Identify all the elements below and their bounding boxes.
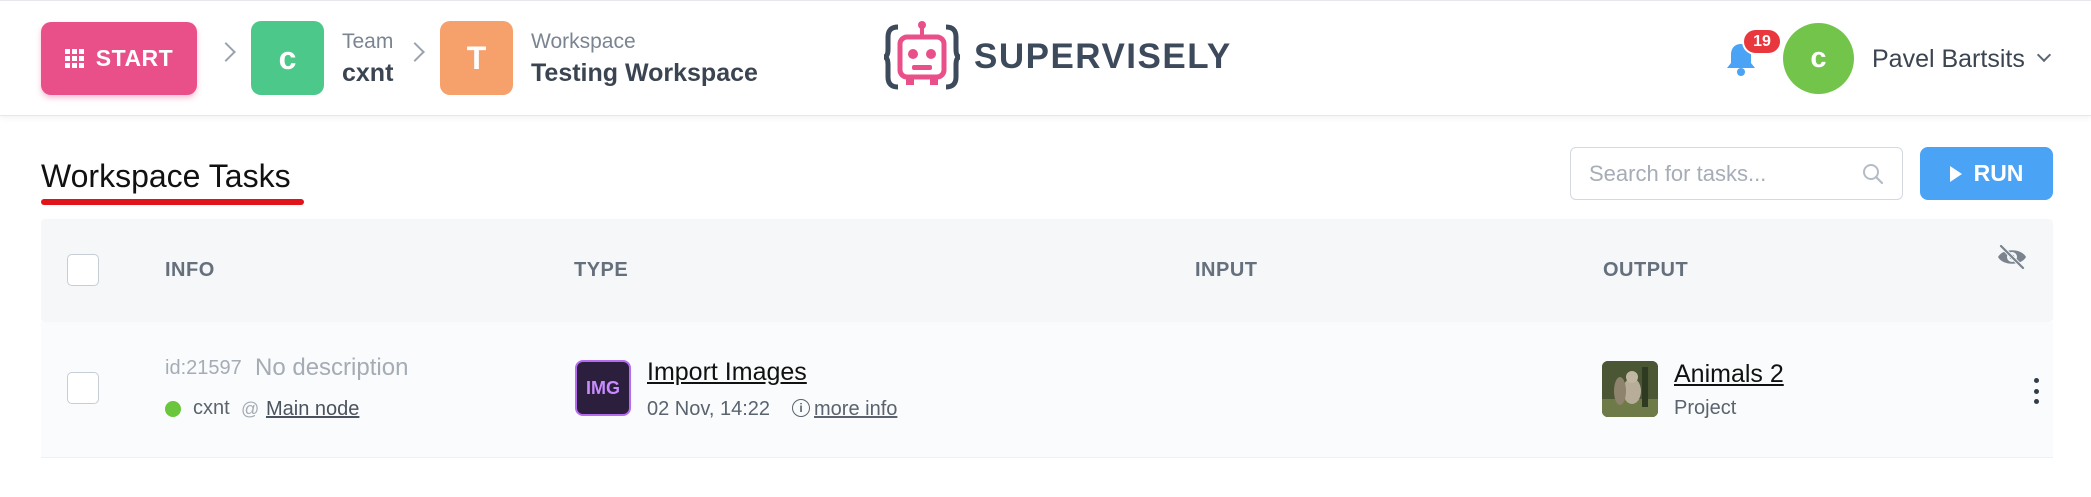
- user-name[interactable]: Pavel Bartsits: [1872, 45, 2025, 74]
- info-icon: i: [792, 399, 810, 417]
- search-input[interactable]: [1589, 148, 1849, 199]
- type-icon-text: IMG: [586, 377, 620, 398]
- output-project-link[interactable]: Animals 2: [1674, 360, 1784, 389]
- team-avatar[interactable]: c: [251, 21, 324, 95]
- select-all-checkbox[interactable]: [67, 254, 99, 286]
- status-dot: [165, 401, 181, 417]
- task-team: cxnt: [193, 397, 230, 419]
- row-menu-icon[interactable]: [2031, 378, 2041, 404]
- chevron-down-icon[interactable]: [2036, 47, 2052, 63]
- eye-off-icon[interactable]: [1996, 243, 2028, 271]
- column-header-output[interactable]: OUTPUT: [1603, 259, 1688, 282]
- start-label: START: [95, 45, 174, 71]
- table-row[interactable]: id:21597 No description cxnt @ Main node…: [41, 322, 2053, 458]
- search-box[interactable]: [1570, 147, 1903, 200]
- column-header-input[interactable]: INPUT: [1195, 259, 1258, 282]
- team-initial: c: [278, 39, 297, 76]
- row-checkbox[interactable]: [67, 372, 99, 404]
- workspace-label: Workspace: [531, 30, 636, 53]
- output-kind: Project: [1674, 397, 1737, 419]
- squirrel-image-icon: [1602, 361, 1658, 417]
- task-id: id:21597: [165, 357, 242, 379]
- robot-logo-icon: [884, 21, 960, 90]
- task-date: 02 Nov, 14:22: [647, 398, 771, 420]
- title-underline: [41, 199, 304, 205]
- top-header: START c Team cxnt T Workspace Testing Wo…: [0, 0, 2091, 116]
- supervisely-logo[interactable]: SUPERVISELY: [884, 21, 1232, 93]
- task-description: No description: [255, 354, 409, 381]
- output-thumbnail[interactable]: [1602, 361, 1658, 417]
- table-header: INFO TYPE INPUT OUTPUT: [41, 219, 2053, 322]
- play-icon: [1949, 165, 1962, 182]
- logo-text: SUPERVISELY: [974, 37, 1232, 76]
- more-info-link[interactable]: more info: [814, 398, 897, 421]
- start-button[interactable]: START: [41, 22, 197, 95]
- workspace-name[interactable]: Testing Workspace: [531, 59, 758, 88]
- chevron-right-icon: [216, 42, 236, 62]
- workspace-initial: T: [466, 39, 487, 76]
- apps-grid-icon: [64, 49, 84, 68]
- team-label: Team: [342, 30, 394, 53]
- run-button[interactable]: RUN: [1920, 147, 2053, 200]
- notification-badge: 19: [1742, 28, 1782, 55]
- search-icon[interactable]: [1861, 162, 1885, 186]
- column-header-info[interactable]: INFO: [165, 259, 215, 282]
- node-link[interactable]: Main node: [266, 398, 359, 421]
- workspace-avatar[interactable]: T: [440, 21, 513, 95]
- run-label: RUN: [1973, 160, 2024, 186]
- task-type-link[interactable]: Import Images: [647, 358, 807, 387]
- column-header-type[interactable]: TYPE: [574, 259, 628, 282]
- chevron-right-icon: [405, 42, 425, 62]
- page-title: Workspace Tasks: [41, 158, 291, 194]
- user-initial: c: [1810, 42, 1827, 74]
- import-images-app-icon: IMG: [575, 360, 631, 416]
- at-separator: @: [241, 399, 260, 419]
- user-avatar[interactable]: c: [1783, 23, 1854, 94]
- team-name[interactable]: cxnt: [342, 59, 393, 88]
